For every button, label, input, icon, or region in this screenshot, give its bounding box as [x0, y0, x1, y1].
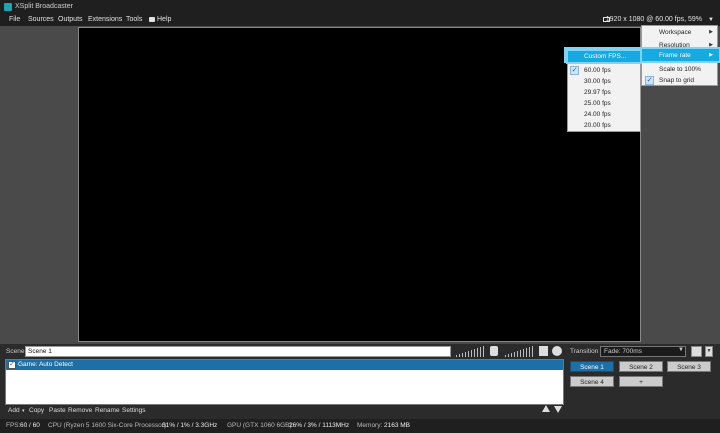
menu-item-fps-60[interactable]: ✓ 60.00 fps — [568, 65, 640, 76]
submenu-arrow-icon: ▶ — [709, 52, 713, 58]
chevron-down-icon[interactable]: ▼ — [678, 347, 684, 353]
menu-item-fps-2997[interactable]: 29.97 fps — [568, 87, 640, 98]
add-scene-button[interactable]: + — [619, 376, 663, 387]
move-up-icon[interactable] — [542, 405, 550, 412]
menu-outputs[interactable]: Outputs — [58, 16, 83, 23]
settings-gear-icon[interactable] — [552, 346, 562, 356]
stage-preview[interactable] — [78, 27, 641, 342]
speaker-icon[interactable] — [539, 346, 548, 356]
menu-item-fps-30[interactable]: 30.00 fps — [568, 76, 640, 87]
menu-item-label: 29.97 fps — [584, 89, 611, 96]
menu-item-frame-rate[interactable]: Frame rate ▶ — [642, 50, 717, 61]
scene-button-3[interactable]: Scene 3 — [667, 361, 711, 372]
menu-item-scale-100[interactable]: Scale to 100% — [642, 64, 717, 75]
status-bar: FPS: 60 / 60 CPU (Ryzen 5 1600 Six-Core … — [0, 419, 720, 433]
move-down-icon[interactable] — [554, 406, 562, 413]
menu-item-label: 60.00 fps — [584, 67, 611, 74]
add-source-button[interactable]: Add — [8, 407, 20, 414]
menu-bar: File Sources Outputs Extensions Tools He… — [0, 14, 720, 26]
transition-label: Transition — [570, 348, 599, 355]
submenu-arrow-icon: ▶ — [709, 29, 713, 35]
transition-select[interactable]: Fade: 700ms — [600, 346, 686, 357]
sources-toolbar: Add ▾ Copy Paste Remove Rename Settings — [5, 405, 564, 417]
gpu-label: GPU (GTX 1060 6GB): — [227, 422, 294, 429]
menu-item-workspace[interactable]: Workspace ▶ — [642, 27, 717, 38]
rename-source-button[interactable]: Rename — [95, 407, 120, 414]
app-logo-icon — [4, 3, 12, 11]
menu-help[interactable]: Help — [157, 16, 171, 23]
frame-rate-submenu: Custom FPS... ✓ 60.00 fps 30.00 fps 29.9… — [567, 50, 641, 132]
chevron-down-icon[interactable]: ▼ — [705, 346, 713, 357]
cpu-value: 31% / 1% / 3.3GHz — [162, 422, 218, 429]
menu-item-label: 24.00 fps — [584, 111, 611, 118]
resolution-readout[interactable]: 1920 x 1080 @ 60.00 fps, 59% — [606, 16, 702, 23]
fps-label: FPS: — [6, 422, 21, 429]
source-item[interactable]: ✓ Game: Auto Detect — [6, 360, 563, 370]
menu-item-fps-24[interactable]: 24.00 fps — [568, 109, 640, 120]
menu-tools[interactable]: Tools — [126, 16, 142, 23]
menu-item-label: Workspace — [659, 29, 692, 36]
fps-value: 60 / 60 — [20, 422, 40, 429]
chevron-down-icon[interactable]: ▼ — [708, 17, 714, 23]
window-title: XSplit Broadcaster — [15, 3, 73, 10]
menu-item-label: 25.00 fps — [584, 100, 611, 107]
scene-button-1[interactable]: Scene 1 — [570, 361, 614, 372]
menu-item-label: 30.00 fps — [584, 78, 611, 85]
scene-button-4[interactable]: Scene 4 — [570, 376, 614, 387]
gpu-value: 26% / 3% / 1113MHz — [289, 422, 350, 429]
sources-list: ✓ Game: Auto Detect — [5, 359, 564, 405]
memory-value: 2163 MB — [384, 422, 411, 429]
speaker-level-meter — [505, 345, 535, 357]
scene-button-2[interactable]: Scene 2 — [619, 361, 663, 372]
menu-item-snap-to-grid[interactable]: ✓ Snap to grid — [642, 75, 717, 86]
mic-level-meter — [456, 345, 486, 357]
cpu-label: CPU (Ryzen 5 1600 Six-Core Processor): — [48, 422, 168, 429]
menu-file[interactable]: File — [9, 16, 20, 23]
copy-source-button[interactable]: Copy — [29, 407, 44, 414]
menu-sources[interactable]: Sources — [28, 16, 54, 23]
add-caret-icon[interactable]: ▾ — [22, 408, 25, 414]
menu-item-fps-20[interactable]: 20.00 fps — [568, 120, 640, 131]
menu-extensions[interactable]: Extensions — [88, 16, 122, 23]
memory-label: Memory: — [357, 422, 383, 429]
source-visibility-checkbox[interactable]: ✓ — [8, 361, 16, 369]
view-context-menu: Workspace ▶ Resolution ▶ Frame rate ▶ Sc… — [566, 25, 719, 86]
mic-icon[interactable] — [490, 346, 498, 356]
source-settings-button[interactable]: Settings — [122, 407, 146, 414]
menu-item-label: 20.00 fps — [584, 122, 611, 129]
menu-item-label: Snap to grid — [659, 77, 695, 84]
remove-source-button[interactable]: Remove — [68, 407, 92, 414]
help-icon — [149, 17, 155, 22]
title-bar: XSplit Broadcaster — [0, 0, 720, 14]
check-icon: ✓ — [645, 76, 654, 85]
paste-source-button[interactable]: Paste — [49, 407, 66, 414]
source-item-label: Game: Auto Detect — [18, 361, 73, 368]
custom-fps-label[interactable]: Custom FPS... — [584, 51, 626, 62]
scene-label: Scene — [6, 348, 25, 355]
scene-name-input[interactable]: Scene 1 — [25, 346, 451, 357]
menu-item-fps-25[interactable]: 25.00 fps — [568, 98, 640, 109]
menu-item-label: Frame rate — [659, 52, 691, 59]
star-icon[interactable] — [691, 346, 702, 357]
check-icon: ✓ — [570, 66, 579, 75]
menu-item-label: Scale to 100% — [659, 66, 701, 73]
